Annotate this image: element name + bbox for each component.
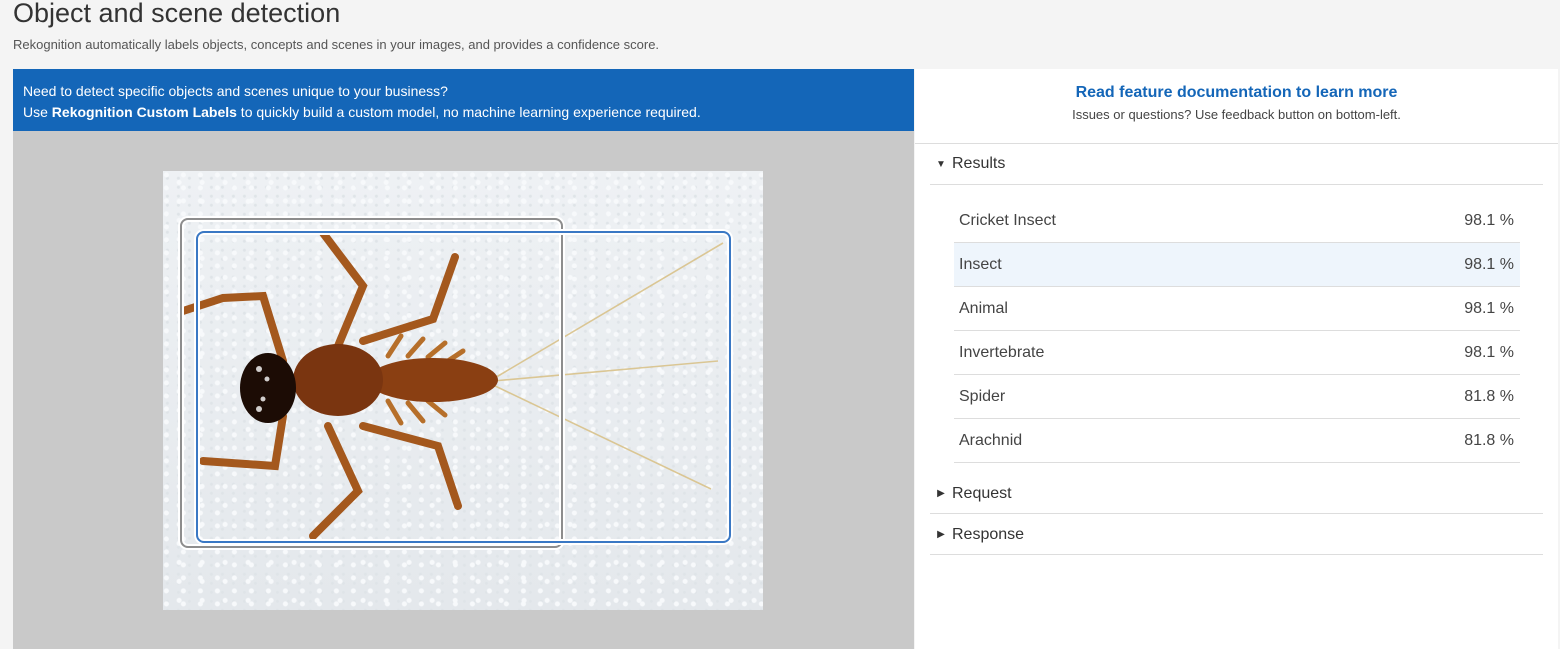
results-toggle[interactable]: ▼ Results	[930, 144, 1543, 185]
list-item[interactable]: Cricket Insect 98.1 %	[954, 199, 1520, 243]
analyzed-image	[163, 171, 763, 610]
custom-labels-link[interactable]: Rekognition Custom Labels	[52, 104, 237, 120]
page-title: Object and scene detection	[13, 0, 341, 28]
response-heading: Response	[952, 525, 1025, 543]
feedback-note: Issues or questions? Use feedback button…	[1072, 107, 1401, 122]
list-item[interactable]: Animal 98.1 %	[954, 287, 1520, 331]
results-heading: Results	[952, 155, 1006, 172]
bounding-box-blue[interactable]	[196, 231, 731, 543]
response-toggle[interactable]: ▶ Response	[930, 515, 1543, 555]
caret-down-icon: ▼	[936, 158, 946, 170]
list-item[interactable]: Invertebrate 98.1 %	[954, 331, 1520, 375]
list-item[interactable]: Arachnid 81.8 %	[954, 419, 1520, 463]
results-panel: Read feature documentation to learn more…	[915, 69, 1558, 649]
banner-line-2: Use Rekognition Custom Labels to quickly…	[23, 104, 701, 120]
results-section: ▼ Results	[930, 144, 1543, 185]
list-item[interactable]: Spider 81.8 %	[954, 375, 1520, 419]
request-toggle[interactable]: ▶ Request	[930, 474, 1543, 514]
documentation-link[interactable]: Read feature documentation to learn more	[1076, 84, 1398, 102]
custom-labels-banner: Need to detect specific objects and scen…	[13, 69, 914, 131]
caret-right-icon: ▶	[937, 529, 945, 540]
image-panel: Need to detect specific objects and scen…	[13, 69, 914, 649]
request-section: ▶ Request	[930, 474, 1543, 514]
results-list: Cricket Insect 98.1 % Insect 98.1 % Animal…	[954, 199, 1520, 463]
page-header: Object and scene detection Rekognition a…	[13, 0, 1543, 52]
response-section: ▶ Response	[930, 515, 1543, 555]
caret-right-icon: ▶	[937, 488, 945, 499]
banner-line-1: Need to detect specific objects and scen…	[23, 83, 448, 99]
request-heading: Request	[952, 484, 1012, 502]
documentation-area: Read feature documentation to learn more…	[915, 69, 1558, 144]
list-item[interactable]: Insect 98.1 %	[954, 243, 1520, 287]
page-subtitle: Rekognition automatically labels objects…	[13, 37, 660, 52]
